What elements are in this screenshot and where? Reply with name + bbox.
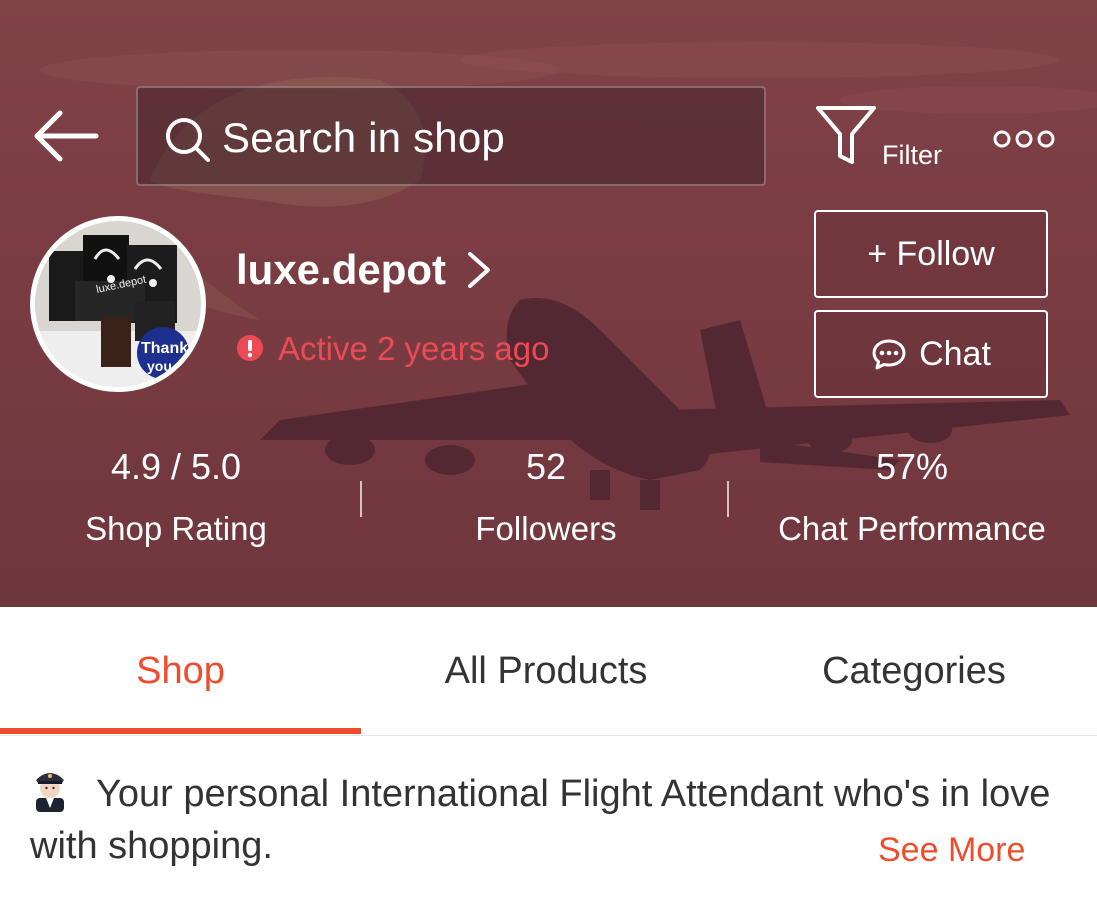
chat-button[interactable]: Chat (814, 310, 1048, 398)
shop-name-link[interactable]: luxe.depot (236, 244, 492, 296)
tab-shop[interactable]: Shop (0, 607, 361, 735)
shop-name: luxe.depot (236, 246, 447, 293)
active-tab-indicator (0, 728, 361, 734)
tab-all-products[interactable]: All Products (361, 607, 731, 735)
search-input[interactable]: Search in shop (136, 86, 766, 186)
pilot-emoji-icon (36, 773, 64, 812)
stamp-text-line1: Thank (141, 340, 188, 357)
back-button[interactable] (30, 103, 102, 169)
stat-divider (727, 481, 729, 517)
follow-button[interactable]: + Follow (814, 210, 1048, 298)
chat-bubble-icon (872, 339, 906, 370)
alert-icon (237, 335, 263, 361)
stat-label: Chat Performance (778, 510, 1046, 547)
stat-label: Followers (475, 510, 617, 547)
chat-button-label: Chat (919, 334, 991, 373)
shop-avatar-photo: luxe.depot Thank you (35, 221, 201, 387)
stat-label: Shop Rating (85, 510, 267, 547)
stat-value: 57% (875, 446, 949, 487)
stat-divider (360, 481, 362, 517)
more-options-button[interactable] (990, 122, 1062, 156)
stamp-text-line2: you (147, 358, 172, 374)
shop-tabs: Shop All Products Categories (0, 607, 1097, 736)
filter-funnel-icon (816, 106, 876, 164)
follow-button-label: + Follow (867, 234, 995, 273)
stat-value: 52 (525, 446, 567, 487)
back-arrow-icon (34, 110, 99, 162)
shop-avatar[interactable]: luxe.depot Thank you (30, 216, 206, 392)
tab-categories[interactable]: Categories (731, 607, 1097, 735)
filter-label: Filter (882, 140, 942, 170)
search-icon (166, 118, 210, 162)
stat-value: 4.9 / 5.0 (110, 446, 242, 487)
stat-followers[interactable]: 52 Followers (430, 445, 662, 549)
active-status-text: Active 2 years ago (278, 330, 550, 367)
more-dots-icon (993, 130, 1055, 148)
search-placeholder: Search in shop (222, 114, 505, 161)
stat-chat-performance: 57% Chat Performance (756, 445, 1068, 549)
see-more-link[interactable]: See More (878, 826, 1025, 874)
filter-button[interactable]: Filter (812, 104, 960, 174)
chevron-right-icon (468, 252, 491, 288)
stat-shop-rating: 4.9 / 5.0 Shop Rating (60, 445, 292, 549)
